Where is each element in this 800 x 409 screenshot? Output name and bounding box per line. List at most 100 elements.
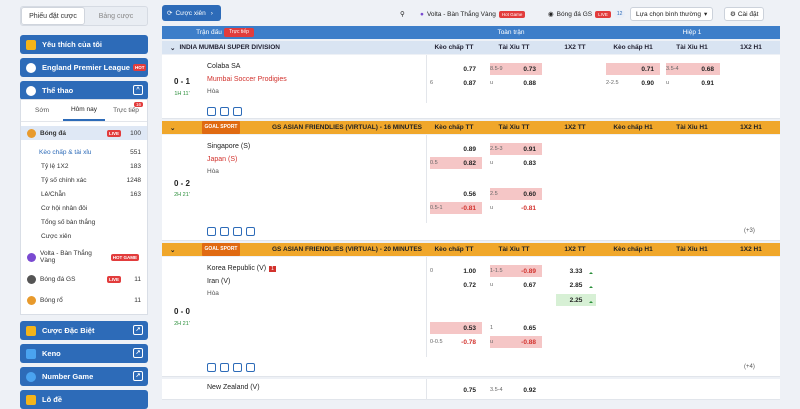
odds-cell[interactable]: 3.5-4 0.92: [490, 384, 542, 396]
parlay-button[interactable]: ⟳ Cược xiên ›: [162, 5, 221, 21]
eye-icon[interactable]: [220, 363, 229, 372]
star-icon[interactable]: [207, 107, 216, 116]
epl-button[interactable]: England Premier League HOT: [20, 58, 148, 77]
odds-cell[interactable]: 0.56: [430, 188, 482, 200]
gear-icon: ⚙: [730, 11, 736, 18]
table-header-top: Trận đấu Trực tiếp Toàn trận Hiệp 1: [162, 26, 780, 39]
chevron-down-icon: ⌄: [170, 44, 176, 52]
sidebar-item-double-chance[interactable]: Cơ hội nhân đôi: [21, 201, 147, 215]
external-link-icon: ↗: [133, 325, 143, 335]
sidebar-item-basketball[interactable]: Bóng rổ 11: [21, 293, 147, 307]
favorites-button[interactable]: Yêu thích của tôi: [20, 35, 148, 54]
tab-bet-list[interactable]: Bảng cược: [85, 7, 147, 25]
odds-cell[interactable]: 0.72: [430, 279, 482, 291]
star-icon[interactable]: [207, 363, 216, 372]
odds-cell[interactable]: 0.5-1 -0.81: [430, 202, 482, 214]
epl-logo-icon: [26, 62, 36, 73]
more-markets-link[interactable]: (+4): [744, 364, 755, 370]
left-sidebar: Phiếu đặt cược Bảng cược Yêu thích của t…: [20, 0, 148, 409]
chevron-down-icon: ⌄: [170, 124, 176, 132]
match-time: 1H 11': [174, 91, 190, 97]
sidebar-item-volta[interactable]: Volta - Bàn Thắng Vàng HOT GAME: [21, 250, 147, 264]
live-stream-icon[interactable]: [246, 363, 255, 372]
sidebar-item-gs-football[interactable]: Bóng đá GS LIVE 11: [21, 272, 147, 286]
live-toggle[interactable]: Trực tiếp: [224, 28, 254, 37]
odds-cell[interactable]: 1 0.65: [490, 322, 542, 334]
keno-icon: [26, 348, 36, 359]
special-bets-button[interactable]: Cược Đặc Biệt ↗: [20, 321, 148, 340]
sidebar-item-1x2[interactable]: Tỷ lệ 1X2 183: [21, 159, 147, 173]
odds-cell[interactable]: 3.33: [556, 265, 596, 277]
odds-cell[interactable]: 0-0.5 -0.78: [430, 336, 482, 348]
main-content: ⟳ Cược xiên › ⚲ ● Volta - Bàn Thắng Vàng Hot…: [162, 0, 780, 400]
chevron-up-icon: ^: [133, 85, 143, 95]
stats-icon[interactable]: [233, 363, 242, 372]
odds-cell[interactable]: u -0.88: [490, 336, 542, 348]
chevron-down-icon: ⌄: [170, 246, 176, 254]
stats-icon[interactable]: [233, 107, 242, 116]
odds-cell[interactable]: 6 0.87: [430, 77, 482, 89]
odds-cell[interactable]: 0.5 0.82: [430, 157, 482, 169]
search-icon[interactable]: ⚲: [400, 7, 405, 21]
chevron-down-icon: ▾: [704, 11, 708, 18]
odds-cell[interactable]: 2.25: [556, 294, 596, 306]
odds-cell[interactable]: 0 1.00: [430, 265, 482, 277]
chevron-right-icon: ›: [210, 9, 213, 17]
league-row[interactable]: ⌄ GOAL SPORT GS ASIAN FRIENDLIES (VIRTUAL)…: [162, 243, 780, 256]
odds-cell[interactable]: 2.5 0.60: [490, 188, 542, 200]
odds-cell[interactable]: u 0.88: [490, 77, 542, 89]
toolbar: ⟳ Cược xiên › ⚲ ● Volta - Bàn Thắng Vàng Hot…: [162, 4, 780, 24]
keno-button[interactable]: Keno ↗: [20, 344, 148, 363]
gs-football-link[interactable]: ◉ Bóng đá GS LIVE 12: [548, 7, 626, 21]
odds-cell[interactable]: 0.75: [430, 384, 482, 396]
star-icon[interactable]: [207, 227, 216, 236]
league-row[interactable]: ⌄ GOAL SPORT GS ASIAN FRIENDLIES (VIRTUAL)…: [162, 121, 780, 134]
sidebar-item-correct-score[interactable]: Tỷ số chính xác 1248: [21, 173, 147, 187]
tab-betslip[interactable]: Phiếu đặt cược: [21, 7, 85, 25]
odds-cell[interactable]: 0.71: [606, 63, 660, 75]
sports-button[interactable]: Thể thao ^: [20, 81, 148, 100]
draw-label: Hòa: [207, 88, 219, 95]
odds-cell[interactable]: 2.85: [556, 279, 596, 291]
more-markets-link[interactable]: (+3): [744, 228, 755, 234]
match-time: 2H 21': [174, 192, 190, 198]
football-icon: [27, 128, 36, 138]
sidebar-item-parlay[interactable]: Cược xiên: [21, 229, 147, 243]
sidebar-item-football[interactable]: Bóng đá LIVE 100: [21, 126, 147, 140]
tab-live[interactable]: Trực tiếp 16: [105, 100, 147, 121]
number-game-button[interactable]: Number Game ↗: [20, 367, 148, 386]
draw-label: Hòa: [207, 290, 219, 297]
sidebar-item-handicap[interactable]: Kèo chấp & tài xỉu 551: [21, 145, 147, 159]
away-team: Iran (V): [207, 278, 231, 285]
odds-cell[interactable]: 0.53: [430, 322, 482, 334]
sidebar-item-odd-even[interactable]: Lẻ/Chẵn 163: [21, 187, 147, 201]
external-link-icon: ↗: [133, 348, 143, 358]
odds-cell[interactable]: u -0.81: [490, 202, 542, 214]
odds-cell[interactable]: 3.5-4 0.68: [666, 63, 720, 75]
odds-cell[interactable]: 8.5-9 0.73: [490, 63, 542, 75]
match-score: 0 - 2: [173, 179, 190, 188]
stats-icon[interactable]: [233, 227, 242, 236]
odds-cell[interactable]: 0.77: [430, 63, 482, 75]
odds-cell[interactable]: u 0.91: [666, 77, 720, 89]
tab-today[interactable]: Hôm nay: [63, 100, 105, 121]
odds-cell[interactable]: u 0.83: [490, 157, 542, 169]
live-stream-icon[interactable]: [246, 227, 255, 236]
draw-label: Hòa: [207, 168, 219, 175]
volta-link[interactable]: ● Volta - Bàn Thắng Vàng Hot Game: [420, 7, 526, 21]
eye-icon[interactable]: [220, 227, 229, 236]
odds-cell[interactable]: 0.89: [430, 143, 482, 155]
eye-icon[interactable]: [220, 107, 229, 116]
league-row[interactable]: ⌄ INDIA MUMBAI SUPER DIVISION Kèo chấp TT…: [162, 41, 780, 54]
odds-cell[interactable]: 2-2.5 0.90: [606, 77, 660, 89]
betslip-tabs: Phiếu đặt cược Bảng cược: [20, 6, 148, 26]
odds-cell[interactable]: 2.5-3 0.91: [490, 143, 542, 155]
tab-early[interactable]: Sớm: [21, 100, 63, 121]
odds-cell[interactable]: u 0.67: [490, 279, 542, 291]
away-team: Mumbai Soccer Prodigies: [207, 76, 287, 83]
sort-select[interactable]: Lựa chọn bình thường ▾: [630, 7, 714, 21]
volta-icon: [27, 252, 36, 262]
sidebar-item-total-goals[interactable]: Tổng số bàn thắng: [21, 215, 147, 229]
odds-cell[interactable]: 1-1.5 -0.89: [490, 265, 542, 277]
settings-button[interactable]: ⚙ Cài đặt: [724, 7, 765, 21]
